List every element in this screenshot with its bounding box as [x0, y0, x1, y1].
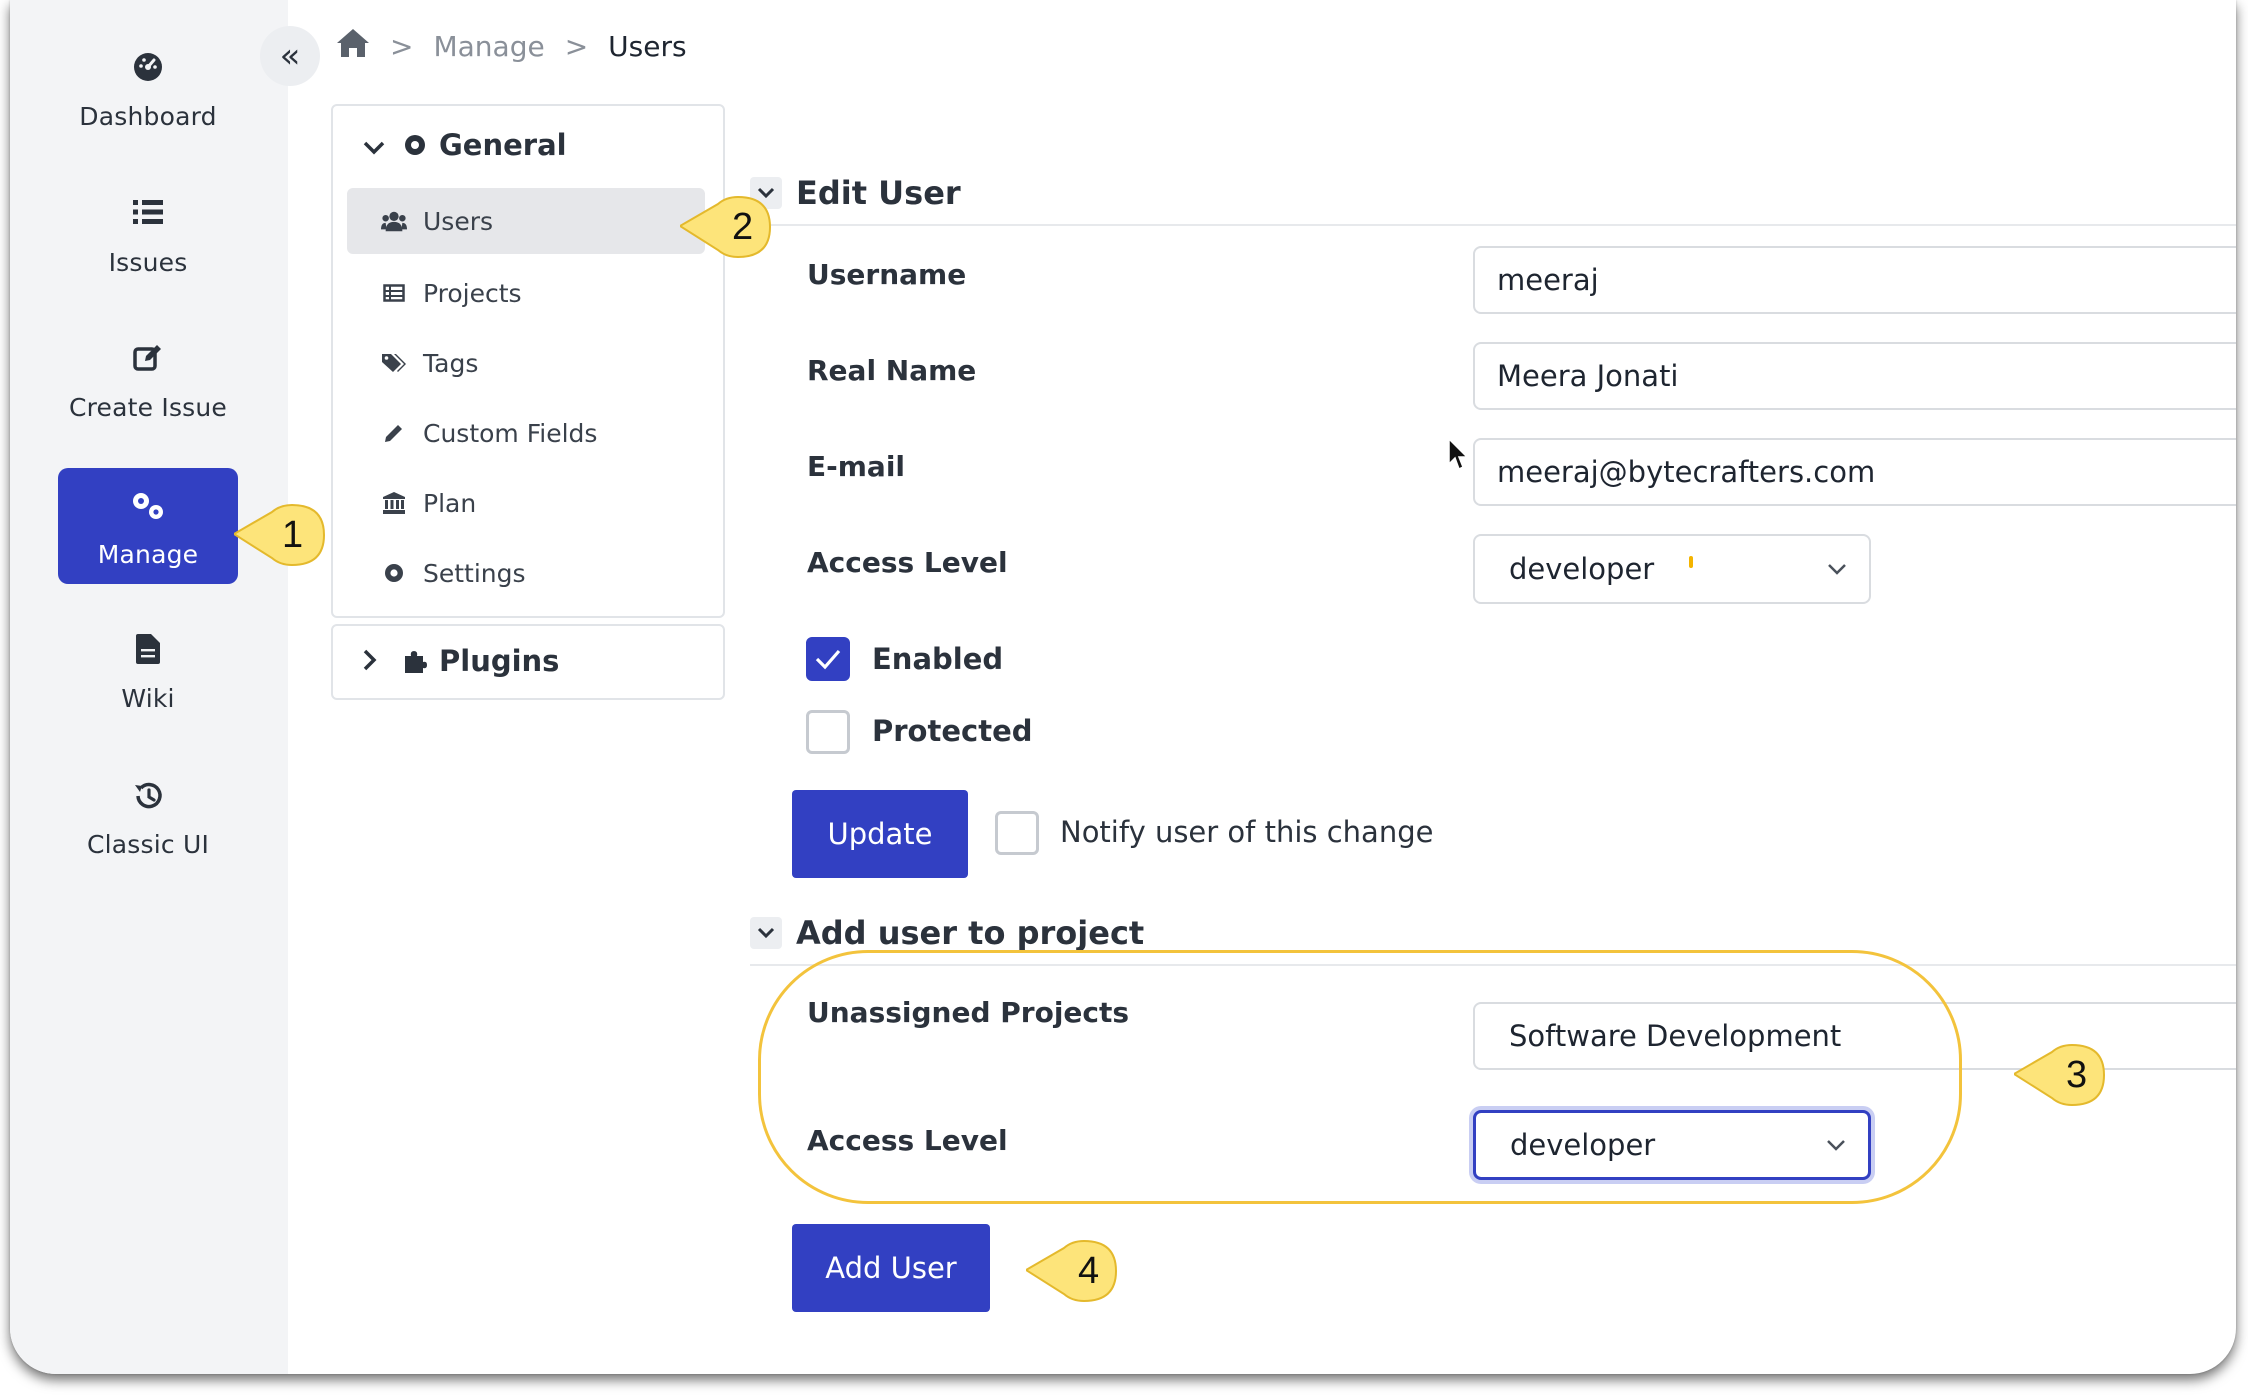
nav-label: Classic UI — [86, 830, 210, 859]
access-level-value: developer — [1509, 552, 1655, 586]
breadcrumb: > Manage > Users — [336, 26, 687, 66]
add-to-project-header[interactable]: Add user to project — [750, 914, 1144, 952]
nav-dashboard[interactable]: Dashboard — [58, 30, 238, 146]
menu-item-plan[interactable]: Plan — [347, 470, 705, 536]
menu-item-settings[interactable]: Settings — [347, 540, 705, 606]
project-access-level-value: developer — [1510, 1128, 1656, 1162]
menu-label: Tags — [423, 348, 479, 378]
app-window: Dashboard Issues Create Issue Manage Wik… — [10, 0, 2236, 1374]
protected-label: Protected — [872, 714, 1033, 748]
callout-1: 1 — [232, 502, 326, 567]
plugins-header[interactable]: Plugins — [363, 644, 559, 678]
edit-user-header[interactable]: Edit User — [750, 174, 961, 212]
nav-label: Manage — [97, 540, 199, 569]
project-access-level-label: Access Level — [807, 1124, 1008, 1157]
chevron-down-icon — [1827, 536, 1847, 602]
nav-label: Wiki — [121, 684, 175, 713]
add-to-project-title: Add user to project — [796, 914, 1145, 952]
divider — [750, 224, 2236, 226]
chevron-right-icon: > — [564, 29, 589, 63]
list-icon — [58, 198, 238, 232]
general-header[interactable]: General — [363, 128, 567, 162]
nav-manage[interactable]: Manage — [58, 468, 238, 584]
nav-create-issue[interactable]: Create Issue — [58, 321, 238, 437]
email-label: E-mail — [807, 450, 906, 483]
general-menu: General Users Projects Tags Custom Field… — [331, 104, 725, 618]
plugins-menu[interactable]: Plugins — [331, 624, 725, 700]
nav-classic-ui[interactable]: Classic UI — [58, 758, 238, 874]
chevron-right-icon — [363, 644, 389, 678]
enabled-checkbox[interactable] — [806, 637, 850, 681]
puzzle-icon — [403, 649, 427, 673]
table-icon — [381, 284, 407, 302]
nav-issues[interactable]: Issues — [58, 176, 238, 292]
callout-number: 2 — [732, 206, 754, 248]
callout-2: 2 — [678, 194, 772, 259]
menu-item-tags[interactable]: Tags — [347, 330, 705, 396]
menu-item-custom-fields[interactable]: Custom Fields — [347, 400, 705, 466]
callout-number: 4 — [1078, 1250, 1100, 1292]
username-label: Username — [807, 258, 967, 291]
document-icon — [58, 634, 238, 668]
nav-label: Create Issue — [68, 393, 228, 422]
menu-item-projects[interactable]: Projects — [347, 260, 705, 326]
username-input[interactable]: meeraj — [1473, 246, 2236, 314]
gear-icon — [381, 562, 407, 584]
double-chevron-left-icon: « — [279, 36, 301, 76]
menu-label: Custom Fields — [423, 418, 598, 448]
enabled-label: Enabled — [872, 642, 1004, 676]
chevron-down-icon — [363, 128, 389, 162]
callout-number: 1 — [282, 514, 304, 556]
callout-3: 3 — [2012, 1042, 2106, 1107]
users-icon — [381, 210, 407, 232]
check-icon — [815, 649, 841, 670]
gears-icon — [58, 490, 238, 524]
menu-label: Settings — [423, 558, 526, 588]
project-access-level-select[interactable]: developer — [1473, 1110, 1871, 1180]
access-level-select[interactable]: developer — [1473, 534, 1871, 604]
realname-input[interactable]: Meera Jonati — [1473, 342, 2236, 410]
menu-item-users[interactable]: Users — [347, 188, 705, 254]
access-level-label: Access Level — [807, 546, 1008, 579]
bank-icon — [381, 492, 407, 514]
home-icon[interactable] — [336, 28, 370, 65]
edit-icon — [58, 343, 238, 377]
history-icon — [58, 780, 238, 814]
plugins-title: Plugins — [439, 644, 560, 678]
general-title: General — [439, 128, 567, 162]
nav-label: Dashboard — [79, 102, 217, 131]
realname-label: Real Name — [807, 354, 977, 387]
email-input[interactable]: meeraj@bytecrafters.com — [1473, 438, 2236, 506]
notify-label: Notify user of this change — [1060, 815, 1434, 849]
mouse-cursor-icon — [1448, 437, 1470, 476]
breadcrumb-users: Users — [608, 29, 687, 63]
nav-wiki[interactable]: Wiki — [58, 612, 238, 728]
callout-number: 3 — [2066, 1054, 2088, 1096]
menu-label: Plan — [423, 488, 477, 518]
pencil-icon — [381, 423, 407, 443]
divider — [750, 964, 2236, 966]
add-user-button[interactable]: Add User — [792, 1224, 990, 1312]
tags-icon — [381, 353, 407, 373]
menu-label: Projects — [423, 278, 522, 308]
chevron-right-icon: > — [390, 29, 414, 63]
breadcrumb-manage[interactable]: Manage — [433, 30, 544, 63]
notify-checkbox[interactable] — [995, 811, 1039, 855]
unassigned-projects-label: Unassigned Projects — [807, 996, 1130, 1029]
callout-4: 4 — [1024, 1238, 1118, 1303]
chevron-down-icon — [1826, 1113, 1846, 1177]
protected-checkbox[interactable] — [806, 710, 850, 754]
chevron-down-icon — [750, 917, 782, 949]
update-button[interactable]: Update — [792, 790, 968, 878]
left-nav: Dashboard Issues Create Issue Manage Wik… — [10, 0, 288, 1374]
unassigned-projects-select[interactable]: Software Development — [1473, 1002, 2236, 1070]
collapse-sidebar-button[interactable]: « — [260, 26, 320, 86]
gear-icon — [403, 133, 427, 157]
nav-label: Issues — [108, 248, 188, 277]
cursor-marker — [1689, 556, 1693, 568]
menu-label: Users — [423, 206, 494, 236]
dashboard-icon — [58, 52, 238, 86]
edit-user-title: Edit User — [796, 174, 961, 212]
